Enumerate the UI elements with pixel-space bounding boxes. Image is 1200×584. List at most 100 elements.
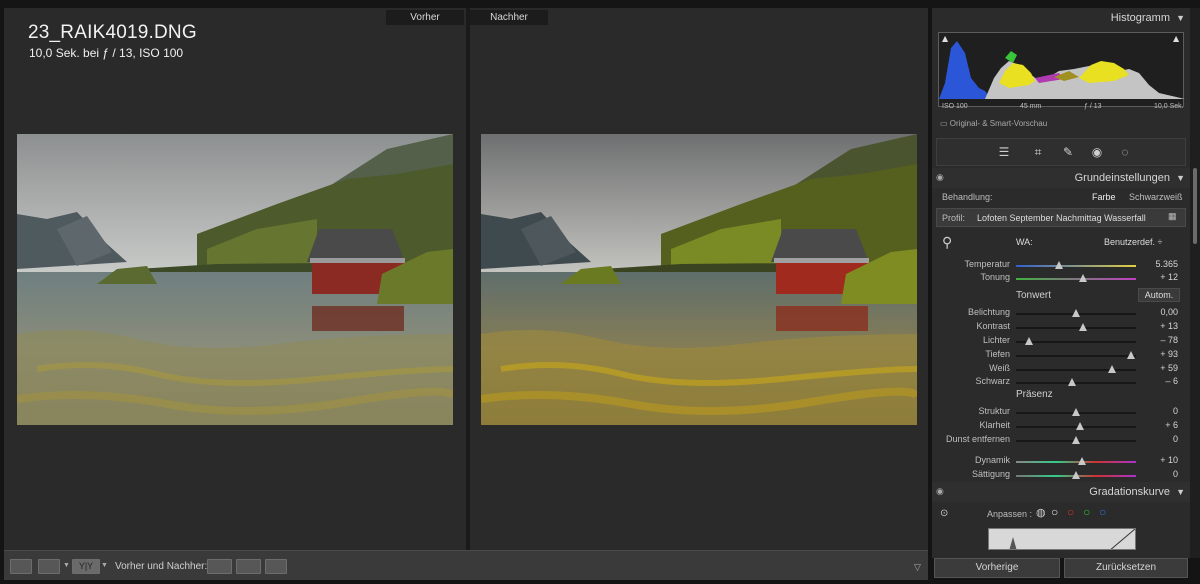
slider-handle[interactable] bbox=[1075, 422, 1084, 430]
slider-row: Tiefen + 93 bbox=[932, 349, 1190, 363]
slider-handle[interactable] bbox=[1068, 378, 1077, 386]
before-photo[interactable] bbox=[17, 134, 453, 425]
tone-curve-line bbox=[1009, 529, 1135, 549]
before-photo-image bbox=[17, 134, 453, 425]
visibility-eye-icon[interactable]: ◉ bbox=[936, 172, 944, 183]
slider-label: Tiefen bbox=[985, 349, 1010, 359]
slider-track[interactable] bbox=[1016, 274, 1136, 282]
toolbar-options-icon[interactable]: ▽ bbox=[914, 562, 921, 573]
histogram-header[interactable]: Histogramm ▼ bbox=[932, 8, 1190, 28]
green-channel-icon[interactable]: ○ bbox=[1083, 505, 1090, 519]
slider-track[interactable] bbox=[1016, 408, 1136, 416]
histogram-title: Histogramm bbox=[1110, 12, 1170, 24]
before-after-yy-button[interactable]: Y|Y bbox=[72, 559, 100, 574]
curve-title: Gradationskurve bbox=[1089, 486, 1170, 498]
profile-browser-icon[interactable]: ▦ bbox=[1168, 211, 1177, 222]
collapse-icon[interactable]: ▼ bbox=[1176, 487, 1185, 497]
yy-dropdown-icon[interactable]: ▼ bbox=[101, 562, 108, 569]
slider-value[interactable]: 5.365 bbox=[1155, 259, 1178, 269]
loupe-view-button[interactable] bbox=[10, 559, 32, 574]
before-label: Vorher bbox=[386, 10, 464, 25]
slider-value[interactable]: + 13 bbox=[1160, 321, 1178, 331]
slider-value[interactable]: + 93 bbox=[1160, 349, 1178, 359]
slider-row: Dynamik + 10 bbox=[932, 455, 1190, 469]
auto-tone-button[interactable]: Autom. bbox=[1138, 288, 1180, 302]
before-after-label: Vorher und Nachher: bbox=[115, 561, 208, 572]
slider-value[interactable]: + 6 bbox=[1165, 420, 1178, 430]
slider-track[interactable] bbox=[1016, 261, 1136, 269]
slider-row: Belichtung 0,00 bbox=[932, 307, 1190, 321]
wb-select[interactable]: Benutzerdef. ÷ bbox=[1104, 237, 1162, 247]
slider-value[interactable]: + 12 bbox=[1160, 272, 1178, 282]
slider-handle[interactable] bbox=[1072, 436, 1080, 444]
red-channel-icon[interactable]: ○ bbox=[1067, 505, 1074, 519]
slider-value[interactable]: 0 bbox=[1173, 406, 1178, 416]
slider-value[interactable]: + 10 bbox=[1160, 455, 1178, 465]
slider-track[interactable] bbox=[1016, 378, 1136, 386]
masking-icon[interactable]: ◌ bbox=[1118, 145, 1132, 159]
slider-track[interactable] bbox=[1016, 422, 1136, 430]
point-curve-white-icon[interactable]: ○ bbox=[1051, 505, 1058, 519]
basic-header[interactable]: ◉ Grundeinstellungen ▼ bbox=[932, 168, 1190, 188]
slider-handle[interactable] bbox=[1072, 309, 1080, 317]
copy-after-to-before-button[interactable] bbox=[236, 559, 261, 574]
target-adjust-icon[interactable]: ⊙ bbox=[940, 508, 948, 519]
healing-icon[interactable]: ✎ bbox=[1061, 145, 1075, 159]
after-photo-image bbox=[481, 134, 917, 425]
tone-curve-graph[interactable] bbox=[988, 528, 1136, 550]
slider-track[interactable] bbox=[1016, 436, 1136, 444]
slider-track[interactable] bbox=[1016, 365, 1136, 373]
histo-iso: ISO 100 bbox=[942, 103, 968, 110]
slider-handle[interactable] bbox=[1079, 274, 1088, 282]
treatment-color-option[interactable]: Farbe bbox=[1092, 192, 1116, 202]
slider-track[interactable] bbox=[1016, 337, 1136, 345]
after-photo[interactable] bbox=[481, 134, 917, 425]
previous-button[interactable]: Vorherige bbox=[934, 558, 1060, 578]
copy-before-to-after-button[interactable] bbox=[207, 559, 232, 574]
collapse-icon[interactable]: ▼ bbox=[1176, 173, 1185, 183]
slider-handle[interactable] bbox=[1072, 408, 1080, 416]
swap-before-after-button[interactable] bbox=[265, 559, 287, 574]
profile-select[interactable]: Lofoten September Nachmittag Wasserfall … bbox=[977, 213, 1147, 223]
white-balance-picker-icon[interactable]: ⚲ bbox=[942, 234, 952, 251]
slider-track[interactable] bbox=[1016, 309, 1136, 317]
slider-label: Belichtung bbox=[967, 307, 1010, 317]
slider-track[interactable] bbox=[1016, 457, 1136, 465]
blue-channel-icon[interactable]: ○ bbox=[1099, 505, 1106, 519]
crop-icon[interactable]: ⌗ bbox=[1031, 145, 1045, 159]
slider-label: Dynamik bbox=[974, 455, 1010, 465]
compare-view-button[interactable] bbox=[38, 559, 60, 574]
red-eye-icon[interactable]: ◉ bbox=[1090, 145, 1104, 159]
slider-handle[interactable] bbox=[1072, 471, 1080, 479]
scrollbar-thumb[interactable] bbox=[1193, 168, 1197, 244]
slider-track[interactable] bbox=[1016, 323, 1136, 331]
slider-value[interactable]: 0,00 bbox=[1160, 307, 1178, 317]
slider-row: Lichter – 78 bbox=[932, 335, 1190, 349]
slider-value[interactable]: + 59 bbox=[1160, 363, 1178, 373]
slider-handle[interactable] bbox=[1055, 261, 1064, 269]
develop-panel: Histogramm ▼ ▲ ▲ ISO 100 45 mm ƒ / 13 10… bbox=[932, 8, 1190, 558]
slider-value[interactable]: 0 bbox=[1173, 434, 1178, 444]
slider-label: Lichter bbox=[982, 335, 1010, 345]
sliders-icon[interactable]: ☰ bbox=[997, 145, 1011, 159]
slider-handle[interactable] bbox=[1025, 337, 1034, 345]
visibility-eye-icon[interactable]: ◉ bbox=[936, 486, 944, 497]
collapse-icon[interactable]: ▼ bbox=[1176, 13, 1185, 23]
slider-value[interactable]: – 6 bbox=[1165, 376, 1178, 386]
slider-row: Kontrast + 13 bbox=[932, 321, 1190, 335]
reset-button[interactable]: Zurücksetzen bbox=[1064, 558, 1188, 578]
slider-handle[interactable] bbox=[1108, 365, 1116, 373]
slider-handle[interactable] bbox=[1079, 323, 1088, 331]
compare-dropdown-icon[interactable]: ▼ bbox=[63, 562, 70, 569]
slider-value[interactable]: – 78 bbox=[1160, 335, 1178, 345]
slider-value[interactable]: 0 bbox=[1173, 469, 1178, 479]
slider-handle[interactable] bbox=[1127, 351, 1136, 359]
tone-curve-header[interactable]: ◉ Gradationskurve ▼ bbox=[932, 482, 1190, 502]
slider-handle[interactable] bbox=[1078, 457, 1086, 465]
slider-track[interactable] bbox=[1016, 471, 1136, 479]
slider-track[interactable] bbox=[1016, 351, 1136, 359]
panel-scrollbar[interactable] bbox=[1190, 8, 1200, 558]
treatment-bw-option[interactable]: Schwarzweiß bbox=[1129, 192, 1183, 202]
histogram: ▲ ▲ bbox=[938, 32, 1185, 107]
parametric-curve-icon[interactable]: ◍ bbox=[1036, 506, 1046, 519]
